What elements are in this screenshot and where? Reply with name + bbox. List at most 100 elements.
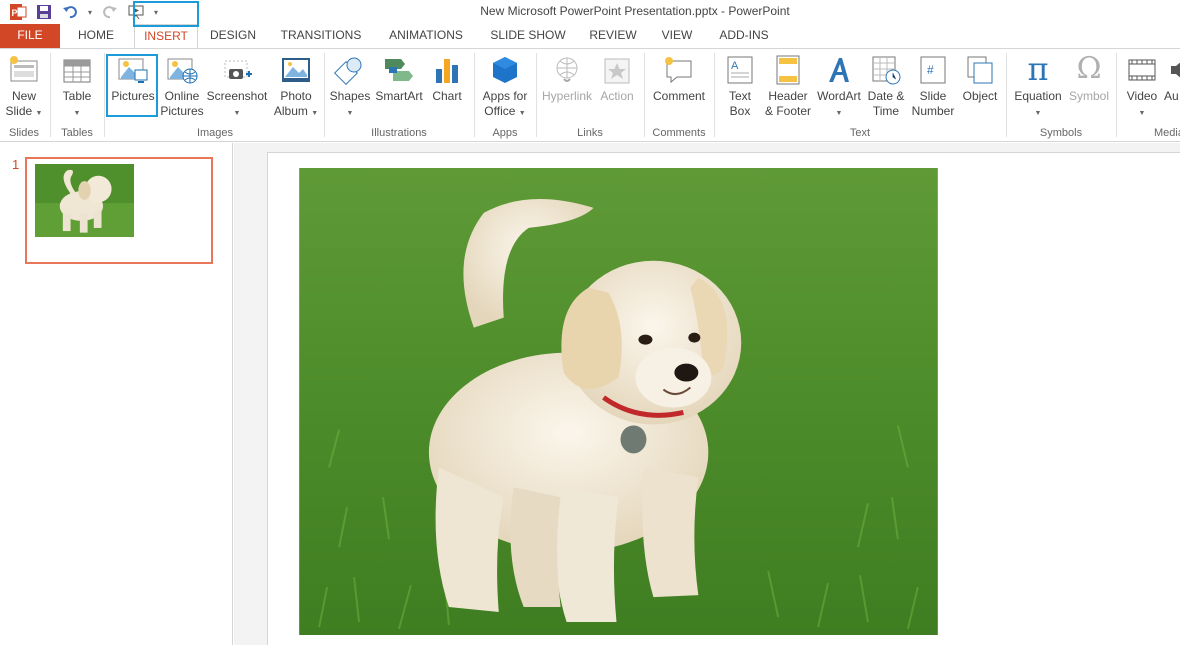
group-label-links: Links: [577, 127, 603, 139]
symbol-label: Symbol: [1068, 89, 1109, 103]
online-pictures-label-2: Pictures: [160, 104, 204, 118]
object-icon: [967, 56, 993, 84]
shapes-button[interactable]: Shapes ▼: [328, 53, 372, 123]
date-time-label-1: Date &: [867, 89, 905, 103]
shapes-label: Shapes: [329, 89, 371, 103]
thumbnail-picture: [35, 164, 134, 237]
hyperlink-label: Hyperlink: [541, 89, 592, 103]
equation-button[interactable]: π Equation ▼: [1010, 53, 1066, 123]
audio-label: Au: [1164, 89, 1179, 103]
group-divider: [1006, 53, 1007, 137]
inserted-picture[interactable]: [299, 168, 938, 635]
symbol-button[interactable]: Ω Symbol: [1066, 53, 1112, 123]
audio-button[interactable]: Au: [1164, 53, 1180, 123]
object-button[interactable]: Object: [958, 53, 1002, 123]
header-footer-icon: [776, 55, 800, 85]
chevron-down-icon: ▼: [73, 110, 81, 117]
text-box-icon: A: [727, 56, 753, 84]
tab-design[interactable]: DESIGN: [204, 24, 262, 48]
chevron-down-icon: ▼: [1138, 110, 1146, 117]
insert-tab-highlight: [133, 1, 199, 27]
apps-for-office-icon: [493, 57, 517, 83]
new-slide-icon: [10, 56, 38, 82]
apps-for-office-button[interactable]: Apps for Office ▼: [478, 53, 532, 123]
comment-icon: [665, 57, 692, 84]
wordart-label: WordArt: [817, 89, 861, 103]
puppy-photo: [299, 168, 938, 635]
video-button[interactable]: Video ▼: [1120, 53, 1164, 123]
tab-file[interactable]: FILE: [0, 24, 60, 48]
wordart-icon: [829, 58, 849, 82]
tab-review[interactable]: REVIEW: [584, 24, 642, 48]
chart-button[interactable]: Chart: [426, 53, 468, 123]
group-label-slides: Slides: [9, 127, 39, 139]
tab-home[interactable]: HOME: [66, 24, 126, 48]
group-divider: [1116, 53, 1117, 137]
date-time-button[interactable]: Date & Time: [864, 53, 908, 123]
group-divider: [324, 53, 325, 137]
group-label-symbols: Symbols: [1039, 127, 1083, 139]
group-text: A Text Box Header & Footer WordArt ▼ Date &…: [716, 49, 1004, 141]
slide-number-label-1: Slide: [919, 89, 947, 103]
group-divider: [104, 53, 105, 137]
group-symbols: π Equation ▼ Ω Symbol Symbols: [1008, 49, 1114, 141]
puppy-thumbnail-image: [35, 164, 134, 237]
chevron-down-icon: ▼: [835, 110, 843, 117]
action-label: Action: [600, 89, 634, 103]
comment-label: Comment: [652, 89, 705, 103]
text-box-label-2: Box: [729, 104, 751, 118]
chevron-down-icon: ▼: [311, 110, 319, 117]
apps-for-office-label-1: Apps for: [482, 89, 528, 103]
group-links: Hyperlink Action Links: [538, 49, 642, 141]
slide-number-button[interactable]: # Slide Number: [908, 53, 958, 123]
audio-icon: [1171, 62, 1180, 78]
table-button[interactable]: Table ▼: [56, 53, 98, 123]
screenshot-button[interactable]: Screenshot ▼: [206, 53, 268, 123]
equation-label: Equation: [1014, 89, 1062, 103]
tab-add-ins[interactable]: ADD-INS: [712, 24, 776, 48]
screenshot-label: Screenshot: [206, 89, 268, 103]
comment-button[interactable]: Comment: [648, 53, 710, 123]
slides-pane: 1: [0, 143, 233, 645]
apps-for-office-label-2: Office: [484, 104, 516, 118]
slide-number-icon: #: [920, 56, 946, 84]
group-label-tables: Tables: [61, 127, 93, 139]
tab-slide-show[interactable]: SLIDE SHOW: [484, 24, 572, 48]
ribbon-tabs: FILE HOME INSERT DESIGN TRANSITIONS ANIM…: [0, 24, 1180, 49]
smartart-button[interactable]: SmartArt: [372, 53, 426, 123]
online-pictures-label-1: Online: [164, 89, 200, 103]
pi-icon: π: [1027, 50, 1049, 88]
chevron-down-icon: ▼: [1034, 110, 1042, 117]
group-comments: Comment Comments: [646, 49, 712, 141]
pictures-button-highlight: [106, 54, 158, 117]
slide-canvas[interactable]: [267, 152, 1180, 645]
header-footer-button[interactable]: Header & Footer: [760, 53, 816, 123]
tab-insert[interactable]: INSERT: [134, 24, 198, 49]
online-pictures-icon: [167, 58, 198, 84]
group-divider: [50, 53, 51, 137]
group-illustrations: Shapes ▼ SmartArt Chart Illustrations: [326, 49, 472, 141]
photo-album-button[interactable]: Photo Album ▼: [272, 53, 320, 123]
tab-animations[interactable]: ANIMATIONS: [380, 24, 472, 48]
hyperlink-button[interactable]: Hyperlink: [538, 53, 596, 123]
slide-thumbnail[interactable]: [25, 157, 213, 264]
text-box-button[interactable]: A Text Box: [720, 53, 760, 123]
group-label-media: Media: [1154, 127, 1180, 139]
svg-text:#: #: [927, 63, 934, 77]
group-apps: Apps for Office ▼ Apps: [476, 49, 534, 141]
header-footer-label-2: & Footer: [764, 104, 812, 118]
header-footer-label-1: Header: [768, 89, 808, 103]
tab-view[interactable]: VIEW: [654, 24, 700, 48]
chevron-down-icon: ▼: [35, 110, 43, 117]
online-pictures-button[interactable]: Online Pictures: [158, 53, 206, 123]
action-button[interactable]: Action: [596, 53, 638, 123]
photo-album-label-1: Photo: [280, 89, 312, 103]
group-label-illustrations: Illustrations: [371, 127, 427, 139]
tab-transitions[interactable]: TRANSITIONS: [274, 24, 368, 48]
group-divider: [474, 53, 475, 137]
chart-icon: [436, 59, 458, 83]
table-icon: [63, 59, 91, 83]
slide-number-label-2: Number: [911, 104, 955, 118]
wordart-button[interactable]: WordArt ▼: [814, 53, 864, 123]
new-slide-button[interactable]: New Slide ▼: [2, 53, 46, 123]
